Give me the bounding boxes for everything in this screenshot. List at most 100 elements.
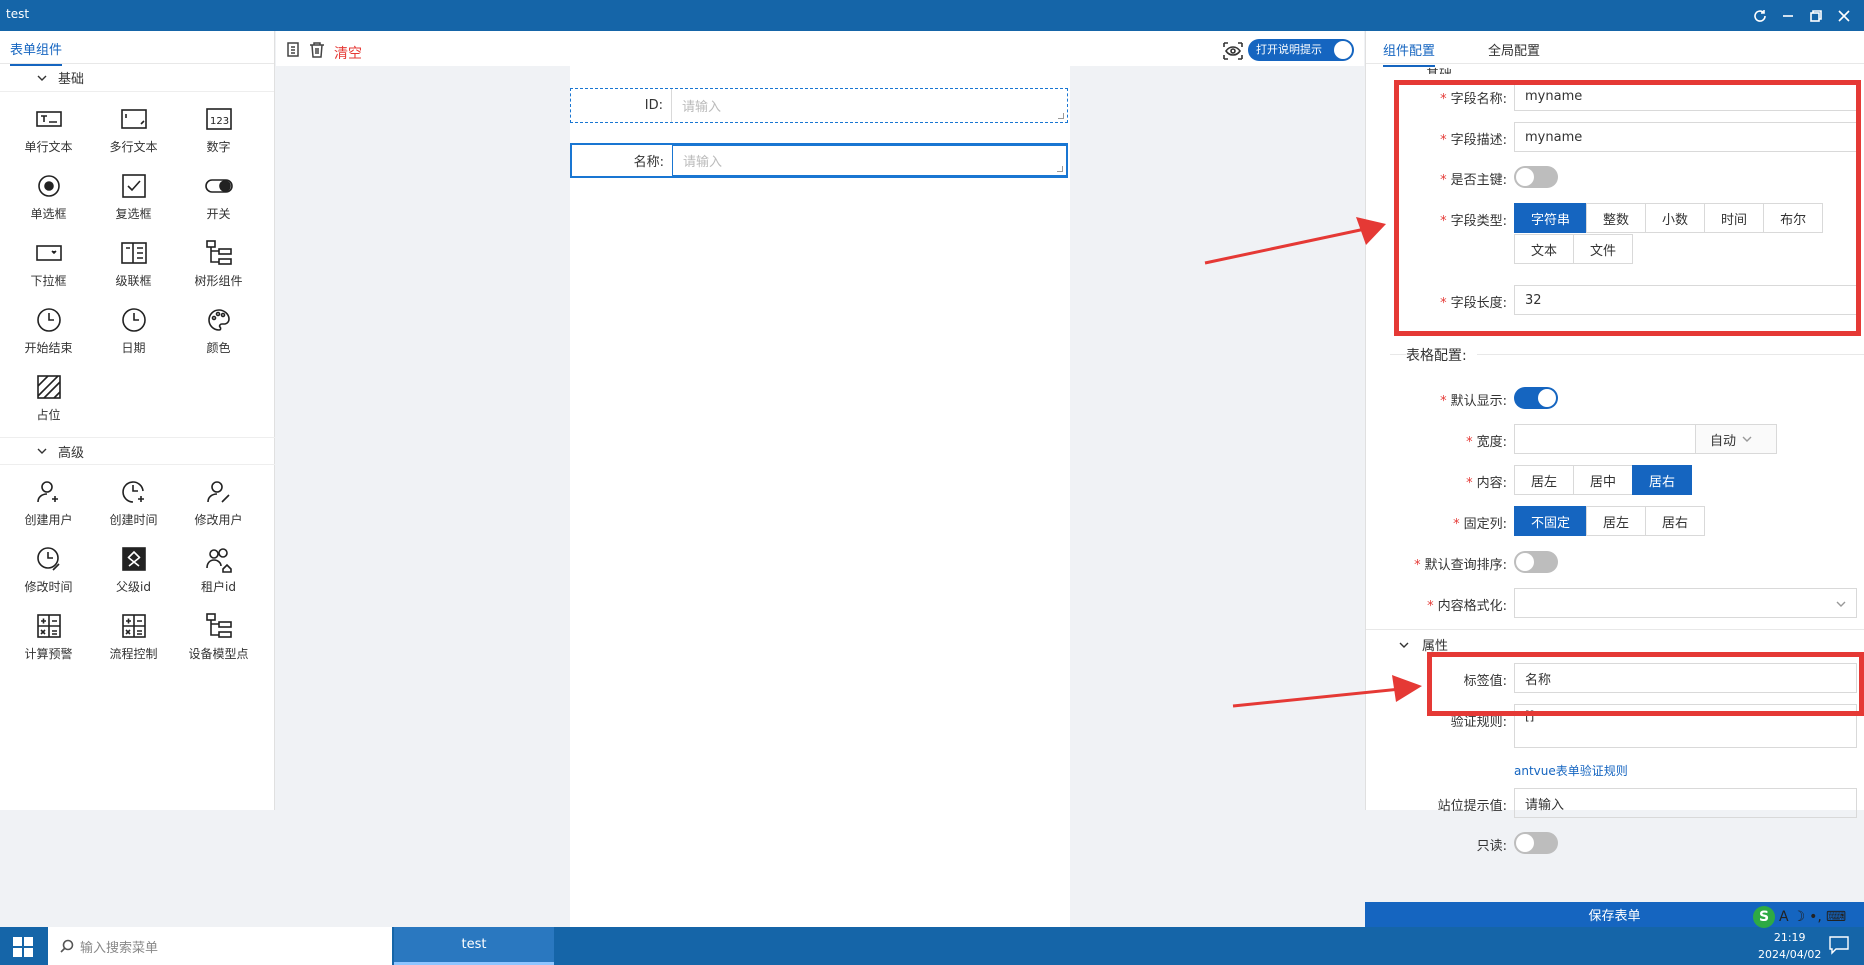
punctuation-icon: •,	[1809, 909, 1822, 925]
fixed-none[interactable]: 不固定	[1514, 506, 1588, 536]
tab-component-config[interactable]: 组件配置	[1383, 40, 1436, 67]
search-icon	[60, 939, 74, 953]
copy-icon[interactable]	[284, 41, 302, 59]
chevron-down-icon	[1742, 436, 1752, 442]
form-field-name[interactable]: 名称: 请输入	[570, 143, 1068, 178]
readonly-switch[interactable]	[1514, 832, 1558, 854]
group-basic-header[interactable]: 基础	[0, 64, 274, 92]
advanced-components: 创建用户 创建时间 修改用户 修改时间 父级id 租户id 计算预警 流程控制 …	[0, 465, 267, 668]
name-input[interactable]: 请输入	[672, 145, 1066, 176]
comp-radio[interactable]: 单选框	[6, 169, 91, 228]
svg-text:123: 123	[210, 116, 229, 127]
comp-select[interactable]: 下拉框	[6, 236, 91, 295]
width-input[interactable]	[1514, 424, 1696, 454]
hatch-icon	[36, 375, 61, 399]
textarea-icon	[120, 109, 147, 129]
row-readonly: 只读:	[1366, 828, 1864, 858]
comp-single-text[interactable]: 单行文本	[6, 102, 91, 161]
align-left[interactable]: 居左	[1514, 465, 1575, 495]
sogou-ime-icon: S	[1753, 906, 1775, 928]
clear-button[interactable]: 清空	[334, 43, 362, 63]
fixed-left[interactable]: 居左	[1586, 506, 1647, 536]
chevron-down-icon	[1399, 642, 1409, 648]
close-icon[interactable]	[1832, 4, 1856, 28]
comp-create-user[interactable]: 创建用户	[6, 475, 91, 534]
toggle-icon	[204, 179, 233, 193]
section-basic-title: 基础	[1426, 64, 1452, 74]
id-input[interactable]: 请输入	[671, 89, 1067, 122]
refresh-icon[interactable]	[1748, 4, 1772, 28]
hint-toggle[interactable]: 打开说明提示	[1248, 39, 1354, 61]
chevron-down-icon	[37, 75, 47, 81]
align-center[interactable]: 居中	[1573, 465, 1634, 495]
parent-icon	[121, 547, 146, 571]
tree-icon	[205, 240, 232, 265]
row-content-align: * 内容: 居左 居中 居右	[1366, 465, 1864, 495]
fixed-col-group: 不固定 居左 居右	[1514, 506, 1834, 537]
comp-flow-control[interactable]: 流程控制	[91, 609, 176, 668]
comp-cascader[interactable]: 级联框	[91, 236, 176, 295]
ime-toolbar[interactable]: S A ☽ •, ⌨	[1753, 906, 1846, 928]
comp-tenant-id[interactable]: 租户id	[176, 542, 261, 601]
comp-color[interactable]: 颜色	[176, 303, 261, 362]
taskbar-app-test[interactable]: test	[394, 927, 554, 965]
annotation-arrow-icon	[1232, 675, 1422, 708]
clock-edit-icon	[36, 547, 60, 571]
taskbar: 输入搜索菜单 test 21:19 2024/04/02	[0, 927, 1864, 965]
group-advanced-header[interactable]: 高级	[0, 437, 275, 465]
content-format-select[interactable]	[1514, 588, 1857, 618]
user-edit-icon	[206, 481, 230, 503]
comp-create-time[interactable]: 创建时间	[91, 475, 176, 534]
title-bar: test	[0, 0, 1864, 31]
comp-multi-text[interactable]: 多行文本	[91, 102, 176, 161]
system-clock: 21:19 2024/04/02	[1758, 931, 1822, 961]
palette-icon	[207, 309, 230, 331]
tree-icon	[205, 613, 232, 638]
default-sort-switch[interactable]	[1514, 551, 1558, 573]
comp-device-point[interactable]: 设备模型点	[176, 609, 261, 668]
dropdown-icon	[35, 245, 62, 261]
radio-icon	[37, 175, 60, 197]
checkbox-icon	[121, 174, 146, 198]
comp-switch[interactable]: 开关	[176, 169, 261, 228]
text-input-icon	[35, 111, 62, 127]
chevron-down-icon	[37, 448, 47, 454]
comp-parent-id[interactable]: 父级id	[91, 542, 176, 601]
comp-date[interactable]: 日期	[91, 303, 176, 362]
comp-start-end[interactable]: 开始结束	[6, 303, 91, 362]
row-placeholder: 站位提示值: 请输入	[1366, 788, 1864, 818]
comp-placeholder[interactable]: 占位	[6, 370, 91, 429]
comp-calc-warning[interactable]: 计算预警	[6, 609, 91, 668]
comp-number[interactable]: 123 数字	[176, 102, 261, 161]
row-fixed-col: * 固定列: 不固定 居左 居右	[1366, 506, 1864, 536]
row-content-format: * 内容格式化:	[1366, 588, 1864, 618]
validate-rules-link[interactable]: antvue表单验证规则	[1514, 762, 1628, 779]
form-field-id[interactable]: ID: 请输入	[570, 88, 1068, 123]
tab-global-config[interactable]: 全局配置	[1488, 40, 1540, 59]
placeholder-input[interactable]: 请输入	[1514, 788, 1857, 818]
cascader-icon	[120, 242, 147, 264]
windows-start-icon[interactable]	[12, 936, 34, 962]
eye-icon[interactable]	[1222, 41, 1244, 65]
annotation-box-tag	[1427, 652, 1864, 716]
row-default-sort: * 默认查询排序:	[1366, 547, 1864, 577]
default-show-switch[interactable]	[1514, 387, 1558, 409]
comp-tree[interactable]: 树形组件	[176, 236, 261, 295]
minimize-icon[interactable]	[1776, 4, 1800, 28]
comp-modify-user[interactable]: 修改用户	[176, 475, 261, 534]
fixed-right[interactable]: 居右	[1645, 506, 1706, 536]
content-align-group: 居左 居中 居右	[1514, 465, 1834, 496]
trash-icon[interactable]	[308, 41, 326, 59]
user-add-icon	[36, 481, 58, 503]
row-default-show: * 默认显示:	[1366, 383, 1864, 413]
annotation-box-basic	[1394, 80, 1861, 336]
comp-checkbox[interactable]: 复选框	[91, 169, 176, 228]
align-right[interactable]: 居右	[1632, 465, 1693, 495]
notification-icon[interactable]	[1828, 935, 1850, 959]
width-unit-select[interactable]: 自动	[1695, 424, 1777, 454]
comp-modify-time[interactable]: 修改时间	[6, 542, 91, 601]
tab-form-components[interactable]: 表单组件	[10, 39, 63, 66]
restore-icon[interactable]	[1804, 4, 1828, 28]
menu-search-input[interactable]: 输入搜索菜单	[48, 927, 392, 965]
keyboard-icon: ⌨	[1825, 909, 1847, 925]
